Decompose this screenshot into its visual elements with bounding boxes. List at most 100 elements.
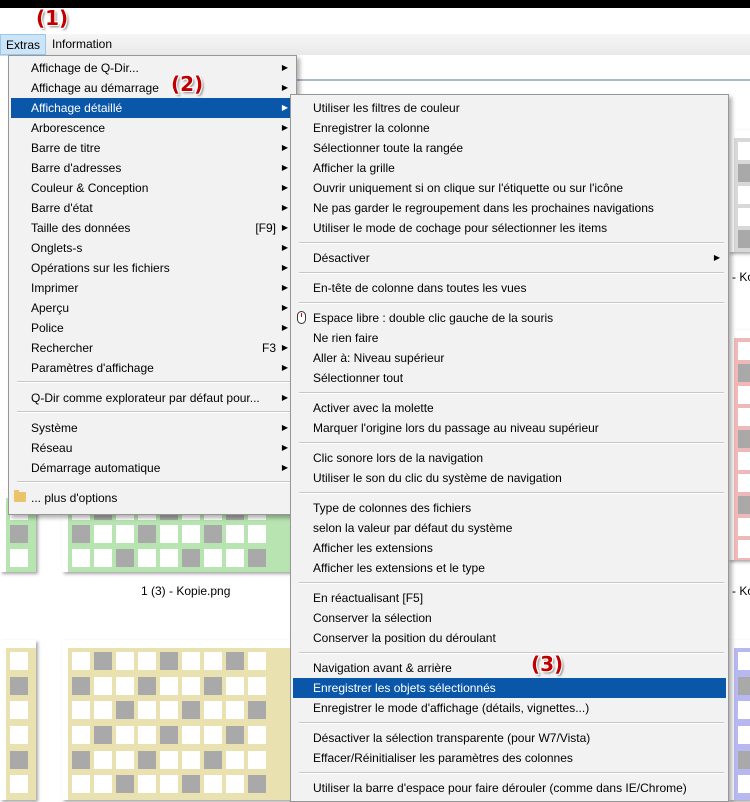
menu-item[interactable]: En-tête de colonne dans toutes les vues: [293, 278, 726, 298]
menu-separator: [299, 442, 724, 444]
shortcut-label: [F9]: [255, 221, 276, 235]
chevron-right-icon: ▶: [281, 323, 288, 332]
chevron-right-icon: ▶: [281, 303, 288, 312]
menu-item[interactable]: Conserver la position du déroulant: [293, 628, 726, 648]
menu-item[interactable]: Barre d'état ▶: [11, 198, 294, 218]
menu-item[interactable]: Paramètres d'affichage ▶: [11, 358, 294, 378]
menu-item-label: Enregistrer le mode d'affichage (détails…: [313, 701, 590, 715]
chevron-right-icon: ▶: [281, 393, 288, 402]
menu-separator: [17, 481, 292, 483]
menu-item[interactable]: Désactiver la sélection transparente (po…: [293, 728, 726, 748]
menu-item[interactable]: Navigation avant & arrière: [293, 658, 726, 678]
thumbnail: [62, 640, 294, 800]
menu-item[interactable]: Activer avec la molette: [293, 398, 726, 418]
menu-item-label: Afficher la grille: [313, 161, 395, 175]
menu-item[interactable]: Affichage de Q-Dir... ▶: [11, 58, 294, 78]
chevron-right-icon: ▶: [281, 123, 288, 132]
chevron-right-icon: ▶: [281, 263, 288, 272]
menu-item[interactable]: Arborescence ▶: [11, 118, 294, 138]
menu-item-label: Aller à: Niveau supérieur: [313, 351, 445, 365]
menu-item[interactable]: Enregistrer la colonne: [293, 118, 726, 138]
thumbnail: [728, 640, 750, 800]
menu-item[interactable]: Ne rien faire: [293, 328, 726, 348]
menu-item[interactable]: Démarrage automatique ▶: [11, 458, 294, 478]
menu-item-label: Enregistrer la colonne: [313, 121, 430, 135]
menu-item-label: Barre d'adresses: [31, 161, 122, 175]
menu-information[interactable]: Information: [47, 34, 117, 55]
chevron-right-icon: ▶: [281, 423, 288, 432]
menu-item[interactable]: Utiliser le son du clic du système de na…: [293, 468, 726, 488]
menu-item-label: Sélectionner toute la rangée: [313, 141, 464, 155]
file-size-label: - Ko: [732, 270, 750, 284]
menu-item-label: Effacer/Réinitialiser les paramètres des…: [313, 751, 573, 765]
menu-item[interactable]: Marquer l'origine lors du passage au niv…: [293, 418, 726, 438]
menu-item[interactable]: Afficher les extensions et le type: [293, 558, 726, 578]
menu-item[interactable]: Aller à: Niveau supérieur: [293, 348, 726, 368]
menu-item[interactable]: Afficher les extensions: [293, 538, 726, 558]
menu-item[interactable]: Opérations sur les fichiers ▶: [11, 258, 294, 278]
menu-item[interactable]: Barre d'adresses ▶: [11, 158, 294, 178]
menu-item[interactable]: Q-Dir comme explorateur par défaut pour.…: [11, 388, 294, 408]
menu-separator: [299, 582, 724, 584]
menu-item-label: Ne rien faire: [313, 331, 379, 345]
menu-item-label: Conserver la position du déroulant: [313, 631, 496, 645]
menu-item-label: Couleur & Conception: [31, 181, 149, 195]
menu-item[interactable]: Système ▶: [11, 418, 294, 438]
menu-item[interactable]: Enregistrer le mode d'affichage (détails…: [293, 698, 726, 718]
menu-item-label: Police: [31, 321, 64, 335]
menu-item-label: Taille des données: [31, 221, 131, 235]
menu-extras[interactable]: Extras: [0, 34, 47, 55]
menu-item[interactable]: Police ▶: [11, 318, 294, 338]
menu-item-label: Affichage de Q-Dir...: [31, 61, 139, 75]
menu-item[interactable]: Réseau ▶: [11, 438, 294, 458]
folder-icon: [14, 490, 26, 502]
menu-bar: Extras Information: [0, 34, 750, 56]
menu-item[interactable]: selon la valeur par défaut du système: [293, 518, 726, 538]
chevron-right-icon: ▶: [281, 203, 288, 212]
menu-item-label: Ouvrir uniquement si on clique sur l'éti…: [313, 181, 624, 195]
menu-item[interactable]: Utiliser la barre d'espace pour faire dé…: [293, 778, 726, 798]
menu-item[interactable]: ... plus d'options: [11, 488, 294, 508]
menu-item-label: Utiliser les filtres de couleur: [313, 101, 460, 115]
menu-item[interactable]: Sélectionner toute la rangée: [293, 138, 726, 158]
menu-item[interactable]: Désactiver ▶: [293, 248, 726, 268]
chevron-right-icon: ▶: [281, 363, 288, 372]
menu-item[interactable]: Clic sonore lors de la navigation: [293, 448, 726, 468]
menu-item[interactable]: Aperçu ▶: [11, 298, 294, 318]
file-size-label: - Ko: [732, 584, 750, 598]
menu-item[interactable]: Ne pas garder le regroupement dans les p…: [293, 198, 726, 218]
menu-item[interactable]: Sélectionner tout: [293, 368, 726, 388]
menu-item-label: Afficher les extensions: [313, 541, 433, 555]
menu-separator: [299, 272, 724, 274]
menu-item-label: Ne pas garder le regroupement dans les p…: [313, 201, 654, 215]
menu-item-label: Utiliser le mode de cochage pour sélecti…: [313, 221, 608, 235]
menu-item[interactable]: Barre de titre ▶: [11, 138, 294, 158]
menu-item[interactable]: Onglets-s ▶: [11, 238, 294, 258]
menu-item[interactable]: Utiliser le mode de cochage pour sélecti…: [293, 218, 726, 238]
menu-item-label: ... plus d'options: [31, 491, 118, 505]
chevron-right-icon: ▶: [281, 463, 288, 472]
menu-item-label: Espace libre : double clic gauche de la …: [313, 311, 554, 325]
chevron-right-icon: ▶: [281, 163, 288, 172]
thumbnail: [728, 330, 750, 560]
menu-item-label: Afficher les extensions et le type: [313, 561, 485, 575]
menu-item[interactable]: Utiliser les filtres de couleur: [293, 98, 726, 118]
menu-item[interactable]: Effacer/Réinitialiser les paramètres des…: [293, 748, 726, 768]
menu-item[interactable]: Rechercher F3 ▶: [11, 338, 294, 358]
menu-item[interactable]: Taille des données [F9] ▶: [11, 218, 294, 238]
menu-item[interactable]: Imprimer ▶: [11, 278, 294, 298]
menu-item[interactable]: Affichage au démarrage ▶: [11, 78, 294, 98]
menu-item[interactable]: Enregistrer les objets sélectionnés: [293, 678, 726, 698]
menu-item-label: Navigation avant & arrière: [313, 661, 452, 675]
menu-item[interactable]: Espace libre : double clic gauche de la …: [293, 308, 726, 328]
menu-item[interactable]: En réactualisant [F5]: [293, 588, 726, 608]
menu-item[interactable]: Affichage détaillé ▶: [11, 98, 294, 118]
menu-item[interactable]: Conserver la sélection: [293, 608, 726, 628]
chevron-right-icon: ▶: [713, 253, 720, 262]
menu-item[interactable]: Couleur & Conception ▶: [11, 178, 294, 198]
address-bar[interactable]: [296, 55, 750, 81]
annotation-2: (2): [171, 72, 204, 96]
menu-item[interactable]: Ouvrir uniquement si on clique sur l'éti…: [293, 178, 726, 198]
menu-item[interactable]: Type de colonnes des fichiers: [293, 498, 726, 518]
menu-item[interactable]: Afficher la grille: [293, 158, 726, 178]
